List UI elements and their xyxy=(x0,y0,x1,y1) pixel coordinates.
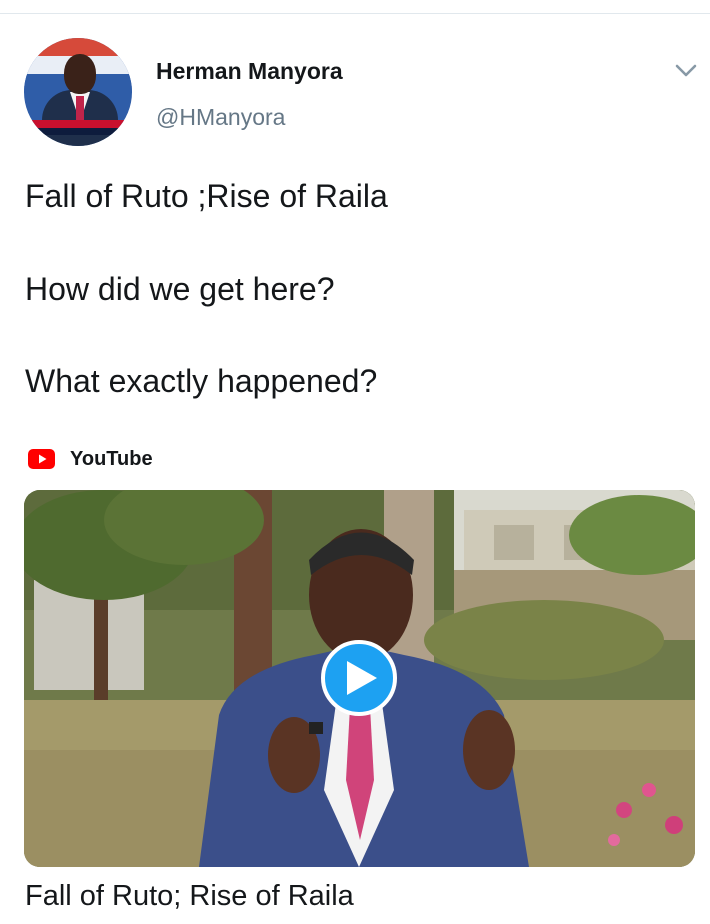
card-source[interactable]: YouTube xyxy=(28,442,153,476)
avatar-head xyxy=(64,54,96,94)
card-source-label: YouTube xyxy=(70,447,153,470)
play-icon xyxy=(347,661,377,695)
card-title[interactable]: Fall of Ruto; Rise of Raila xyxy=(25,880,354,913)
avatar-lower-third xyxy=(24,120,132,128)
play-button[interactable] xyxy=(321,640,397,716)
chevron-down-icon[interactable] xyxy=(673,57,699,83)
avatar[interactable] xyxy=(24,38,132,146)
author-handle[interactable]: @HManyora xyxy=(156,104,285,131)
tweet-text-line: What exactly happened? xyxy=(25,363,378,399)
avatar-lower-third-band xyxy=(24,128,132,135)
tweet-text-line: How did we get here? xyxy=(25,271,335,307)
youtube-icon xyxy=(28,449,55,469)
author-name[interactable]: Herman Manyora xyxy=(156,58,343,85)
video-thumbnail[interactable] xyxy=(24,490,695,867)
tweet-text-line: Fall of Ruto ;Rise of Raila xyxy=(25,178,388,214)
top-divider xyxy=(0,13,710,14)
